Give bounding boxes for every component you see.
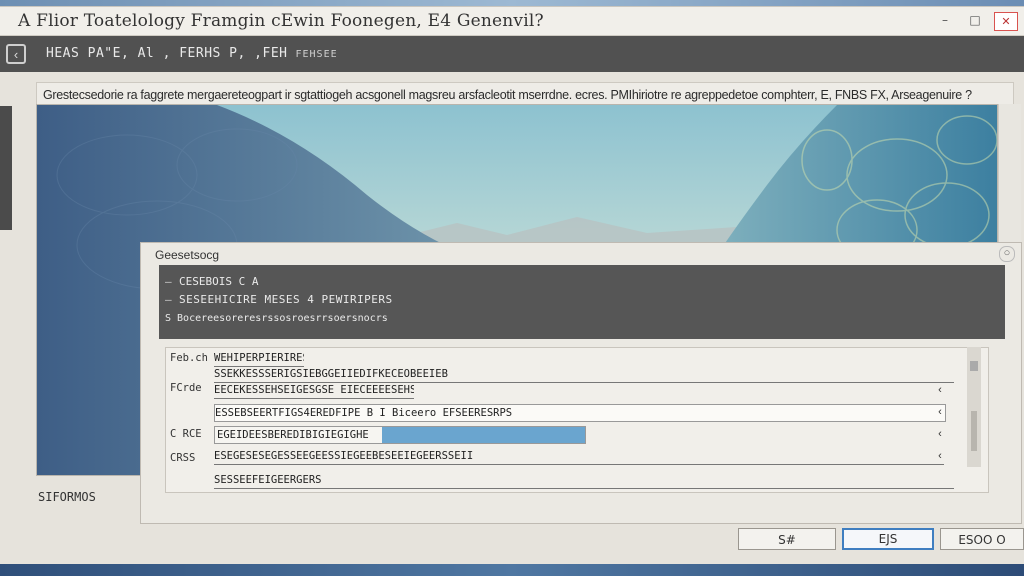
window-controls: – □ ✕ — [934, 12, 1018, 31]
primary-button[interactable]: EJS — [842, 528, 934, 550]
header-line-2: – SESEEHICIRE MESES 4 PEWIRIPERS — [165, 293, 393, 306]
header-line-2-text: SESEEHICIRE MESES 4 PEWIRIPERS — [179, 293, 393, 306]
left-side-strip — [0, 106, 12, 230]
select-field[interactable]: ESSEBSEERTFIGS4EREDFIPE B I Biceero EFSE… — [214, 404, 946, 422]
progress-bar: EGEIDEESBEREDIBIGIEGIGHE — [214, 426, 586, 444]
header-line-3: S Bocereesoreresrssosroesrrsoersnocrs — [165, 313, 388, 324]
app-logo-icon[interactable]: ‹ — [6, 44, 26, 64]
maximize-button[interactable]: □ — [964, 12, 986, 29]
chevron-down-icon[interactable]: ‹ — [932, 428, 948, 440]
field-label: CRSS — [170, 452, 196, 464]
desktop-bottom-strip — [0, 564, 1024, 576]
form-panel: Feb.ch WEHIPERPIERIRESER SSEKKESSSERIGSI… — [165, 347, 989, 493]
chevron-down-icon[interactable]: ‹ — [932, 406, 948, 418]
field-label: Feb.ch — [170, 352, 208, 364]
field-label: FCrde — [170, 382, 202, 394]
dialog-close-icon[interactable]: ○ — [999, 246, 1015, 262]
text-field[interactable]: WEHIPERPIERIRESER — [214, 350, 304, 367]
scroll-thumb[interactable] — [970, 361, 978, 371]
progress-label: EGEIDEESBEREDIBIGIEGIGHE — [217, 429, 369, 441]
status-text: SIFORMOS — [38, 490, 96, 504]
title-bar: A Flior Toatelology Framgin cEwin Fooneg… — [0, 7, 1024, 36]
toolbar: ‹ HEAS PA"E, Al , FERHS P, ,FEH FEHSEE — [0, 36, 1024, 72]
header-line-1-text: CESEBOIS C A — [179, 275, 259, 288]
close-button[interactable]: ✕ — [994, 12, 1018, 31]
toolbar-subtext: FEHSEE — [295, 49, 338, 60]
dialog-header: – CESEBOIS C A – SESEEHICIRE MESES 4 PEWIR… — [159, 265, 1005, 339]
window-title: A Flior Toatelology Framgin cEwin Fooneg… — [18, 11, 544, 31]
field-label: C RCE — [170, 428, 202, 440]
text-field[interactable]: ESEGESESEGESSEEGEESSIEGEEBESEEIEGEERSSEI… — [214, 448, 944, 465]
secondary-button[interactable]: S# — [738, 528, 836, 550]
dialog-panel: Geesetsocg ○ – CESEBOIS C A – SESEEHICIRE … — [140, 242, 1022, 524]
chevron-down-icon[interactable]: ‹ — [932, 450, 948, 462]
progress-fill — [381, 427, 585, 443]
toolbar-text: HEAS PA"E, Al , FERHS P, ,FEH — [46, 46, 288, 61]
text-field[interactable]: SSEKKESSSERIGSIEBGGEIIEDIFKECEOBEEIEB — [214, 366, 954, 383]
toolbar-label: HEAS PA"E, Al , FERHS P, ,FEH FEHSEE — [46, 46, 338, 61]
vertical-scrollbar[interactable] — [967, 347, 981, 467]
text-field[interactable]: EECEKESSEHSEIGESGSE EIECEEEESEHSC — [214, 382, 414, 399]
header-line-1: – CESEBOIS C A — [165, 275, 258, 288]
dialog-title: Geesetsocg — [155, 248, 220, 262]
dash-icon: – — [165, 293, 173, 306]
last-button[interactable]: ESOO O — [940, 528, 1024, 550]
chevron-down-icon[interactable]: ‹ — [932, 384, 948, 396]
dash-icon: – — [165, 275, 172, 288]
minimize-button[interactable]: – — [934, 12, 956, 29]
text-field[interactable]: SESSEEFEIGEERGERS — [214, 472, 954, 489]
description-text: Grestecsedorie ra faggrete mergaereteogp… — [43, 88, 972, 102]
scroll-thumb-secondary[interactable] — [971, 411, 977, 451]
